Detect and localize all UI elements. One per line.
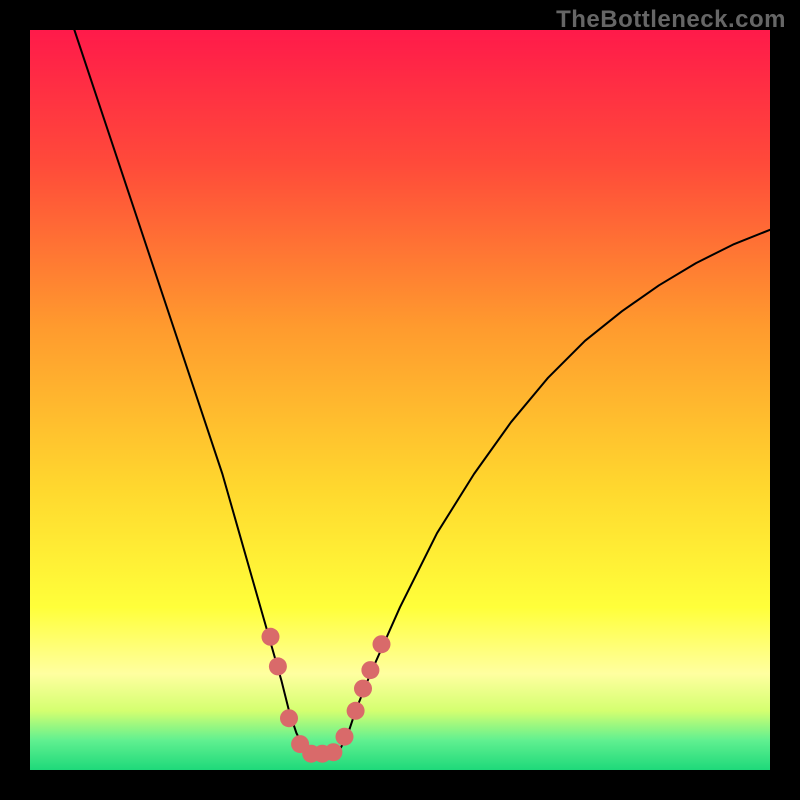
data-marker (336, 728, 354, 746)
data-marker (354, 680, 372, 698)
data-marker (347, 702, 365, 720)
data-marker (269, 657, 287, 675)
gradient-background (30, 30, 770, 770)
chart-container: TheBottleneck.com (0, 0, 800, 800)
data-marker (373, 635, 391, 653)
bottleneck-chart (0, 0, 800, 800)
data-marker (361, 661, 379, 679)
data-marker (324, 743, 342, 761)
watermark-text: TheBottleneck.com (556, 6, 786, 34)
data-marker (262, 628, 280, 646)
data-marker (280, 709, 298, 727)
